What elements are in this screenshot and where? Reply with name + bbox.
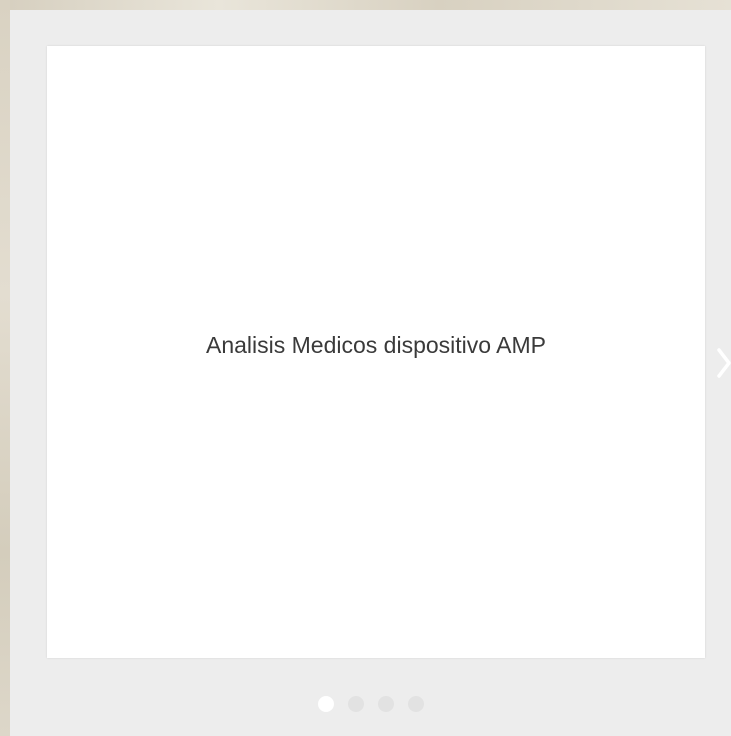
- carousel-slide[interactable]: Analisis Medicos dispositivo AMP: [47, 46, 705, 658]
- carousel-pagination: [10, 696, 731, 714]
- pagination-dot-1[interactable]: [317, 696, 334, 712]
- pagination-dot-4[interactable]: [407, 696, 424, 712]
- next-slide-button[interactable]: [716, 346, 731, 380]
- pagination-dot-3[interactable]: [377, 696, 394, 712]
- background-texture-top: [0, 0, 731, 10]
- slide-caption: Analisis Medicos dispositivo AMP: [205, 331, 547, 358]
- chevron-right-icon: [717, 348, 731, 378]
- image-carousel: Analisis Medicos dispositivo AMP: [10, 10, 731, 736]
- pagination-dot-2[interactable]: [347, 696, 364, 712]
- background-texture-left: [0, 0, 10, 736]
